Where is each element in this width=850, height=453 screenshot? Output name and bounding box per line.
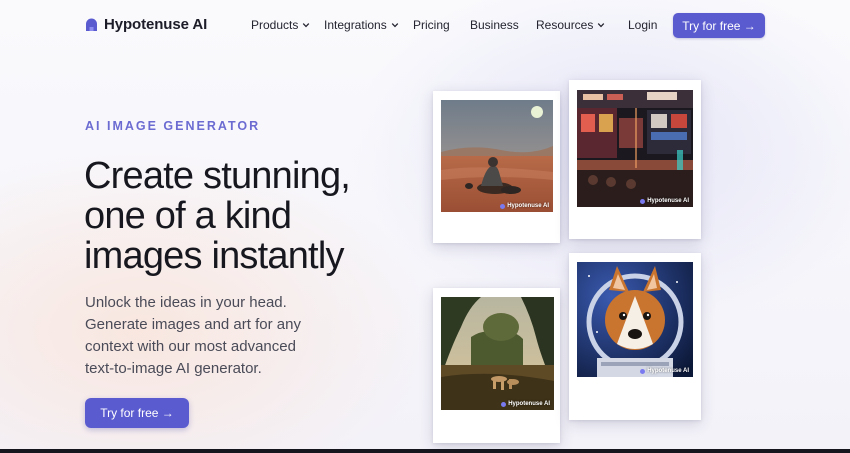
- try-for-free-hero-button[interactable]: Try for free →: [85, 398, 189, 428]
- nav-item-label: Products: [251, 18, 299, 32]
- brand-logo[interactable]: Hypotenuse AI: [85, 16, 207, 33]
- hero-headline: Create stunning, one of a kind images in…: [84, 156, 384, 276]
- watermark-dot-icon: [501, 401, 507, 407]
- nav-item-products[interactable]: Products: [251, 18, 310, 32]
- login-link[interactable]: Login: [628, 18, 657, 32]
- chevron-down-icon: [303, 23, 310, 28]
- watermark: Hypotenuse AI: [640, 368, 689, 374]
- nav-item-business[interactable]: Business: [470, 18, 519, 32]
- corgi-astronaut-image: Hypotenuse AI: [577, 262, 693, 377]
- subtitle-line: context with our most advanced: [85, 338, 296, 355]
- forest-deer-painting-image: Hypotenuse AI: [441, 297, 554, 410]
- bottom-edge-divider: [0, 449, 850, 453]
- brand-name: Hypotenuse AI: [104, 16, 208, 33]
- watermark-dot-icon: [500, 203, 506, 209]
- subtitle-line: Generate images and art for any: [85, 316, 301, 333]
- headline-line: one of a kind: [84, 195, 292, 237]
- login-label: Login: [628, 18, 658, 32]
- headline-line: Create stunning,: [84, 155, 351, 197]
- watermark-text: Hypotenuse AI: [507, 203, 549, 209]
- try-for-free-nav-button[interactable]: Try for free →: [673, 13, 765, 38]
- watermark-dot-icon: [640, 198, 646, 204]
- gallery-card-corgi: Hypotenuse AI: [569, 253, 701, 420]
- gallery-card-forest: Hypotenuse AI: [433, 288, 560, 443]
- hypotenuse-logo-icon: [85, 18, 98, 32]
- subtitle-line: Unlock the ideas in your head.: [85, 294, 287, 311]
- hero-eyebrow: AI IMAGE GENERATOR: [85, 119, 261, 133]
- watermark-dot-icon: [640, 368, 646, 374]
- neon-bar-interior-image: Hypotenuse AI: [577, 90, 693, 207]
- nav-item-pricing[interactable]: Pricing: [413, 18, 450, 32]
- subtitle-line: text-to-image AI generator.: [85, 360, 262, 377]
- gallery-card-neon-bar: Hypotenuse AI: [569, 80, 701, 239]
- top-navigation: Hypotenuse AI Products Integrations Pric…: [0, 0, 850, 50]
- chevron-down-icon: [598, 23, 605, 28]
- chevron-down-icon: [391, 23, 398, 28]
- nav-item-label: Integrations: [324, 18, 387, 32]
- watermark-text: Hypotenuse AI: [508, 401, 550, 407]
- watermark: Hypotenuse AI: [500, 203, 549, 209]
- watermark: Hypotenuse AI: [640, 198, 689, 204]
- nav-item-label: Pricing: [413, 18, 450, 32]
- watermark-text: Hypotenuse AI: [647, 368, 689, 374]
- nav-item-resources[interactable]: Resources: [536, 18, 605, 32]
- nav-item-label: Business: [470, 18, 519, 32]
- watermark: Hypotenuse AI: [501, 401, 550, 407]
- nav-item-label: Resources: [536, 18, 594, 32]
- gallery-card-desert: Hypotenuse AI: [433, 91, 560, 243]
- hero-subtitle: Unlock the ideas in your head. Generate …: [85, 292, 355, 380]
- figure-in-desert-image: Hypotenuse AI: [441, 100, 553, 212]
- headline-line: images instantly: [84, 235, 344, 277]
- nav-item-integrations[interactable]: Integrations: [324, 18, 399, 32]
- watermark-text: Hypotenuse AI: [647, 198, 689, 204]
